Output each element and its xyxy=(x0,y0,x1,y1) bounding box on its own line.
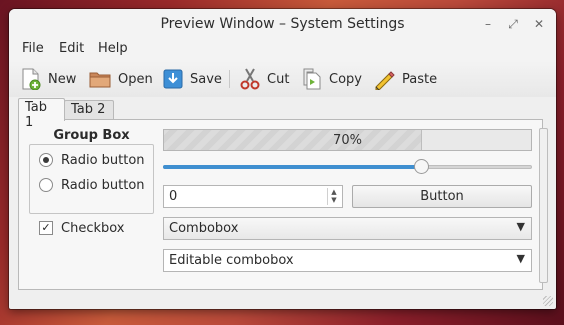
radio-checked-indicator[interactable] xyxy=(39,153,53,167)
cut-label: Cut xyxy=(267,71,290,87)
progress-bar: 70% xyxy=(163,129,532,151)
combobox[interactable]: Combobox ▼ xyxy=(163,217,532,240)
preview-window: Preview Window – System Settings – ⤢ ✕ F… xyxy=(9,9,556,309)
toolbar-separator xyxy=(229,70,230,88)
maximize-icon[interactable]: ⤢ xyxy=(504,15,522,33)
paste-label: Paste xyxy=(402,71,438,87)
save-icon xyxy=(163,69,183,89)
slider[interactable] xyxy=(163,159,532,175)
new-label: New xyxy=(48,71,77,87)
menu-file[interactable]: File xyxy=(22,41,44,56)
checkbox-label: Checkbox xyxy=(61,220,125,236)
folder-open-icon xyxy=(89,69,111,89)
save-button[interactable]: Save xyxy=(163,66,222,92)
open-button[interactable]: Open xyxy=(89,66,153,92)
tab-1[interactable]: Tab 1 xyxy=(18,98,65,130)
title-bar[interactable]: Preview Window – System Settings – ⤢ ✕ xyxy=(9,9,556,39)
radio-button-1[interactable]: Radio button xyxy=(39,150,145,170)
group-box-title: Group Box xyxy=(53,128,130,143)
close-icon[interactable]: ✕ xyxy=(530,15,548,33)
window-title: Preview Window – System Settings xyxy=(160,16,405,32)
checkmark-icon[interactable]: ✓ xyxy=(39,221,53,235)
group-box: Group Box Radio button Radio button ✓ Ch… xyxy=(29,128,154,278)
save-label: Save xyxy=(190,71,222,87)
scissors-icon xyxy=(240,68,260,90)
paste-icon xyxy=(373,68,395,90)
radio-unchecked-indicator[interactable] xyxy=(39,178,53,192)
spinbox-value[interactable]: 0 xyxy=(169,189,177,204)
paste-button[interactable]: Paste xyxy=(373,66,437,92)
checkbox[interactable]: ✓ Checkbox xyxy=(39,218,125,238)
new-document-icon xyxy=(21,68,41,90)
spinbox[interactable]: 0 ▲ ▼ xyxy=(163,185,343,208)
chevron-down-icon[interactable]: ▼ xyxy=(517,252,525,265)
minimize-icon[interactable]: – xyxy=(479,15,497,33)
chevron-down-icon[interactable]: ▼ xyxy=(517,220,525,233)
editable-combobox[interactable]: Editable combobox ▼ xyxy=(163,249,532,272)
new-button[interactable]: New xyxy=(21,66,76,92)
spinbox-arrows[interactable]: ▲ ▼ xyxy=(327,188,340,205)
resize-grip-icon[interactable] xyxy=(543,296,553,306)
vertical-scrollbar[interactable] xyxy=(539,128,548,283)
radio-button-1-label: Radio button xyxy=(61,152,145,168)
menu-bar: File Edit Help xyxy=(9,39,556,61)
spin-up-icon[interactable]: ▲ xyxy=(328,188,340,196)
tab-panel: Group Box Radio button Radio button ✓ Ch… xyxy=(18,119,548,290)
progress-text: 70% xyxy=(333,133,362,148)
cut-button[interactable]: Cut xyxy=(240,66,289,92)
copy-icon xyxy=(302,68,322,90)
push-button[interactable]: Button xyxy=(352,185,532,208)
radio-button-2-label: Radio button xyxy=(61,177,145,193)
radio-button-2[interactable]: Radio button xyxy=(39,175,145,195)
tab-2[interactable]: Tab 2 xyxy=(64,100,114,119)
copy-button[interactable]: Copy xyxy=(302,66,362,92)
toolbar: New Open Save Cut Copy Paste xyxy=(9,61,556,97)
copy-label: Copy xyxy=(329,71,362,87)
menu-help[interactable]: Help xyxy=(98,41,128,56)
slider-handle[interactable] xyxy=(414,159,430,174)
combobox-value: Combobox xyxy=(169,221,239,236)
slider-fill xyxy=(163,165,422,169)
menu-edit[interactable]: Edit xyxy=(59,41,84,56)
editable-combobox-value[interactable]: Editable combobox xyxy=(169,253,294,268)
open-label: Open xyxy=(118,71,153,87)
spin-down-icon[interactable]: ▼ xyxy=(328,196,340,204)
